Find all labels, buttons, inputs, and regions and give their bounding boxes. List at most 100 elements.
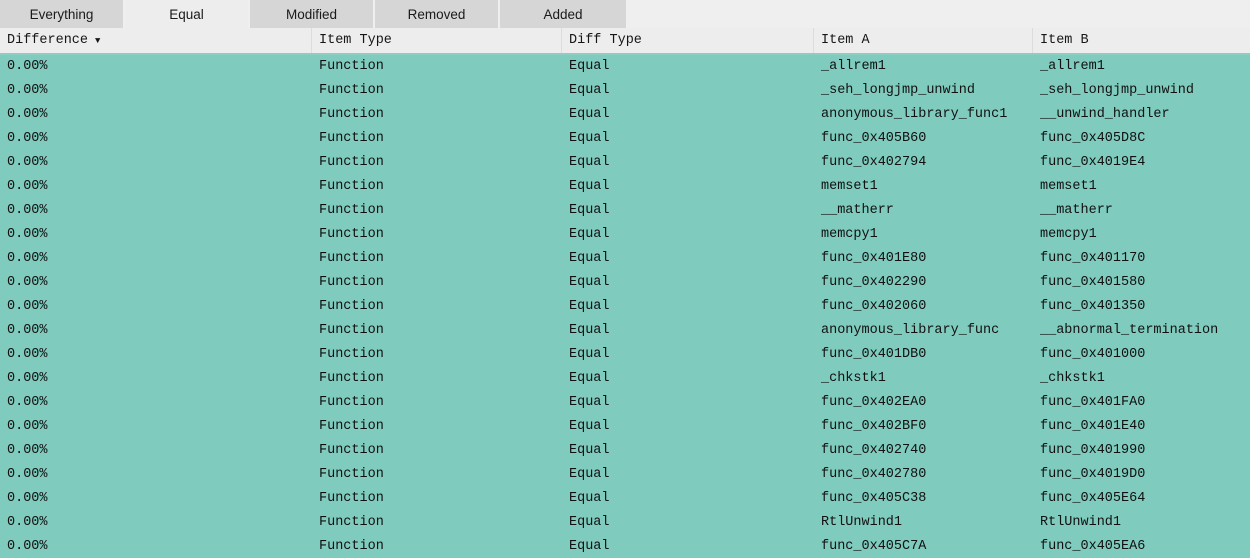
cell-item-type: Function xyxy=(319,251,384,266)
cell-item-type: Function xyxy=(319,203,384,218)
cell-diff-type: Equal xyxy=(569,83,610,98)
cell-difference: 0.00% xyxy=(7,107,48,122)
cell-item-a: func_0x401E80 xyxy=(821,251,927,266)
cell-item-type: Function xyxy=(319,371,384,386)
cell-item-a: memcpy1 xyxy=(821,227,878,242)
cell-item-b: memcpy1 xyxy=(1040,227,1097,242)
table-row[interactable]: 0.00% Function Equal func_0x402BF0 func_0x40… xyxy=(0,415,1250,439)
table-row[interactable]: 0.00% Function Equal func_0x402794 func_0x40… xyxy=(0,151,1250,175)
cell-difference: 0.00% xyxy=(7,155,48,170)
column-header-diff-type[interactable]: Diff Type xyxy=(562,28,814,53)
table-row[interactable]: 0.00% Function Equal func_0x405B60 func_0x40… xyxy=(0,127,1250,151)
cell-item-b: __unwind_handler xyxy=(1040,107,1170,122)
cell-difference: 0.00% xyxy=(7,443,48,458)
tab-label: Equal xyxy=(169,6,204,22)
cell-diff-type: Equal xyxy=(569,131,610,146)
table-row[interactable]: 0.00% Function Equal func_0x401E80 func_0x40… xyxy=(0,247,1250,271)
cell-difference: 0.00% xyxy=(7,179,48,194)
column-header-difference[interactable]: Difference ▼ xyxy=(0,28,312,53)
table-row[interactable]: 0.00% Function Equal func_0x402780 func_0x40… xyxy=(0,463,1250,487)
cell-difference: 0.00% xyxy=(7,83,48,98)
table-row[interactable]: 0.00% Function Equal func_0x402060 func_0x40… xyxy=(0,295,1250,319)
tab-added[interactable]: Added xyxy=(500,0,628,28)
cell-item-b: func_0x401580 xyxy=(1040,275,1146,290)
cell-item-a: anonymous_library_func xyxy=(821,323,1000,338)
cell-item-b: func_0x405EA6 xyxy=(1040,539,1146,554)
column-header-label: Item Type xyxy=(319,33,392,48)
cell-diff-type: Equal xyxy=(569,227,610,242)
cell-item-type: Function xyxy=(319,515,384,530)
table-row[interactable]: 0.00% Function Equal memcpy1 memcpy1 xyxy=(0,223,1250,247)
tab-everything[interactable]: Everything xyxy=(0,0,125,28)
table-row[interactable]: 0.00% Function Equal _chkstk1 _chkstk1 xyxy=(0,367,1250,391)
cell-item-a: _chkstk1 xyxy=(821,371,886,386)
column-header-label: Item B xyxy=(1040,33,1089,48)
cell-item-type: Function xyxy=(319,323,384,338)
cell-item-a: func_0x402290 xyxy=(821,275,927,290)
table-row[interactable]: 0.00% Function Equal anonymous_library_func… xyxy=(0,319,1250,343)
cell-difference: 0.00% xyxy=(7,275,48,290)
cell-difference: 0.00% xyxy=(7,299,48,314)
cell-item-b: func_0x4019E4 xyxy=(1040,155,1146,170)
table-row[interactable]: 0.00% Function Equal func_0x402740 func_0x40… xyxy=(0,439,1250,463)
table-body[interactable]: 0.00% Function Equal _allrem1 _allrem1 0.00% F… xyxy=(0,55,1250,558)
cell-item-type: Function xyxy=(319,59,384,74)
cell-diff-type: Equal xyxy=(569,395,610,410)
cell-item-type: Function xyxy=(319,491,384,506)
cell-item-a: _allrem1 xyxy=(821,59,886,74)
cell-difference: 0.00% xyxy=(7,395,48,410)
cell-item-a: RtlUnwind1 xyxy=(821,515,903,530)
cell-item-type: Function xyxy=(319,539,384,554)
table-row[interactable]: 0.00% Function Equal func_0x402290 func_0x40… xyxy=(0,271,1250,295)
cell-diff-type: Equal xyxy=(569,347,610,362)
cell-difference: 0.00% xyxy=(7,323,48,338)
tab-equal[interactable]: Equal xyxy=(125,0,250,28)
cell-item-a: _seh_longjmp_unwind xyxy=(821,83,975,98)
tab-modified[interactable]: Modified xyxy=(250,0,375,28)
cell-item-b: func_0x401350 xyxy=(1040,299,1146,314)
column-header-label: Diff Type xyxy=(569,33,642,48)
triangle-down-icon: ▼ xyxy=(95,36,101,46)
tab-label: Everything xyxy=(29,6,94,22)
cell-diff-type: Equal xyxy=(569,203,610,218)
cell-diff-type: Equal xyxy=(569,251,610,266)
cell-item-type: Function xyxy=(319,83,384,98)
table-row[interactable]: 0.00% Function Equal memset1 memset1 xyxy=(0,175,1250,199)
tab-label: Added xyxy=(543,6,583,22)
table-row[interactable]: 0.00% Function Equal _seh_longjmp_unwind _se… xyxy=(0,79,1250,103)
table-row[interactable]: 0.00% Function Equal func_0x405C38 func_0x40… xyxy=(0,487,1250,511)
table-row[interactable]: 0.00% Function Equal _allrem1 _allrem1 xyxy=(0,55,1250,79)
tab-removed[interactable]: Removed xyxy=(375,0,500,28)
table-row[interactable]: 0.00% Function Equal func_0x401DB0 func_0x40… xyxy=(0,343,1250,367)
cell-difference: 0.00% xyxy=(7,203,48,218)
cell-diff-type: Equal xyxy=(569,467,610,482)
cell-difference: 0.00% xyxy=(7,467,48,482)
cell-item-b: func_0x401000 xyxy=(1040,347,1146,362)
cell-diff-type: Equal xyxy=(569,179,610,194)
table-row[interactable]: 0.00% Function Equal func_0x402EA0 func_0x40… xyxy=(0,391,1250,415)
tab-bar-empty-area xyxy=(628,0,1250,28)
tab-strip: Everything Equal Modified Removed Added xyxy=(0,0,628,28)
column-header-item-b[interactable]: Item B xyxy=(1033,28,1250,53)
table-row[interactable]: 0.00% Function Equal RtlUnwind1 RtlUnwind1 xyxy=(0,511,1250,535)
table-row[interactable]: 0.00% Function Equal anonymous_library_func… xyxy=(0,103,1250,127)
cell-diff-type: Equal xyxy=(569,155,610,170)
cell-difference: 0.00% xyxy=(7,419,48,434)
cell-item-b: _chkstk1 xyxy=(1040,371,1105,386)
column-header-item-a[interactable]: Item A xyxy=(814,28,1033,53)
table-row[interactable]: 0.00% Function Equal func_0x405C7A func_0x40… xyxy=(0,535,1250,558)
tab-label: Modified xyxy=(285,6,338,22)
cell-item-a: anonymous_library_func1 xyxy=(821,107,1008,122)
cell-item-a: memset1 xyxy=(821,179,878,194)
table-row[interactable]: 0.00% Function Equal __matherr __matherr xyxy=(0,199,1250,223)
column-header-item-type[interactable]: Item Type xyxy=(312,28,562,53)
cell-item-a: func_0x402060 xyxy=(821,299,927,314)
cell-item-b: func_0x401FA0 xyxy=(1040,395,1146,410)
cell-item-type: Function xyxy=(319,347,384,362)
category-tab-bar: Everything Equal Modified Removed Added xyxy=(0,0,1250,28)
cell-diff-type: Equal xyxy=(569,419,610,434)
cell-diff-type: Equal xyxy=(569,515,610,530)
cell-item-b: func_0x401170 xyxy=(1040,251,1146,266)
cell-item-type: Function xyxy=(319,155,384,170)
table-header-row: Difference ▼ Item Type Diff Type Item A Item … xyxy=(0,28,1250,55)
